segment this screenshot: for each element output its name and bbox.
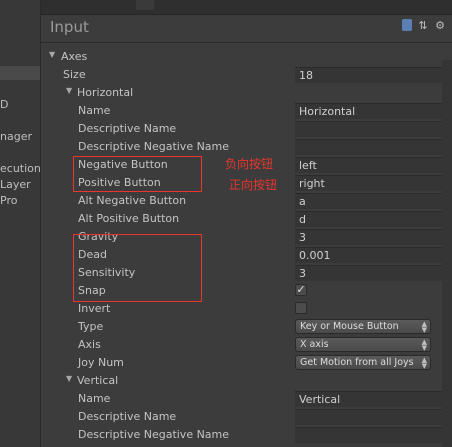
size-field[interactable]: 18 [295, 67, 452, 83]
row-axes: ▼ Axes [41, 48, 452, 66]
row-size: Size 18 [41, 66, 452, 84]
inspector-scrollbar[interactable] [442, 60, 452, 447]
field-label: Descriptive Negative Name [78, 140, 230, 153]
dead-field[interactable]: 0.001 [295, 247, 452, 263]
name-field[interactable]: Horizontal [295, 103, 452, 119]
sensitivity-field[interactable]: 3 [295, 265, 452, 281]
snap-checkbox[interactable]: ✓ [295, 284, 307, 296]
page-title: Input [50, 18, 89, 36]
descriptive-name-field[interactable] [295, 121, 452, 137]
foldout-label[interactable]: Vertical [77, 374, 118, 387]
row-type: Type Key or Mouse Button ▲ ▼ [41, 318, 452, 336]
field-label: Joy Num [78, 356, 124, 369]
gear-icon[interactable]: ⚙ [434, 19, 446, 32]
field-label: Axis [78, 338, 101, 351]
preset-sliders-icon[interactable]: ⇅ [417, 19, 429, 32]
row-axis: Axis X axis ▲ ▼ [41, 336, 452, 354]
row-invert: Invert [41, 300, 452, 318]
inspector-panel: Input ⇅ ⚙ ▼ Axes Size 18 ▼ Horizontal Name Hori… [41, 0, 452, 447]
field-label: Size [63, 68, 86, 81]
foldout-arrow-icon[interactable]: ▼ [49, 50, 55, 59]
descriptive-name-field[interactable] [295, 409, 452, 425]
row-alt-negative-button: Alt Negative Button a [41, 192, 452, 210]
row-descriptive-negative-name: Descriptive Negative Name [41, 138, 452, 156]
field-label: Invert [78, 302, 111, 315]
descriptive-negative-name-field[interactable] [295, 139, 452, 155]
field-label: Descriptive Name [78, 122, 177, 135]
hierarchy-selection [0, 66, 40, 80]
hierarchy-item[interactable]: D [0, 98, 8, 111]
axis-dropdown[interactable]: X axis ▲ ▼ [295, 337, 431, 352]
foldout-arrow-icon[interactable]: ▼ [66, 86, 72, 95]
row-descriptive-negative-name: Descriptive Negative Name [41, 426, 452, 444]
type-dropdown[interactable]: Key or Mouse Button ▲ ▼ [295, 319, 431, 334]
dropdown-value: X axis [300, 339, 329, 350]
foldout-label[interactable]: Horizontal [77, 86, 133, 99]
dropdown-value: Get Motion from all Joys [300, 357, 414, 368]
row-descriptive-name: Descriptive Name [41, 120, 452, 138]
hierarchy-item[interactable]: nager [0, 130, 32, 143]
header-icons: ⇅ ⚙ [402, 19, 446, 32]
annotation-negative-label: 负向按钮 [225, 157, 274, 171]
positive-button-field[interactable]: right [295, 175, 452, 191]
row-horizontal: ▼ Horizontal [41, 84, 452, 102]
annotation-positive-label: 正向按钮 [229, 178, 278, 192]
header-divider [41, 42, 452, 43]
row-joy-num: Joy Num Get Motion from all Joys ▲ ▼ [41, 354, 452, 372]
field-label: Alt Positive Button [78, 212, 180, 225]
alt-positive-button-field[interactable]: d [295, 211, 452, 227]
negative-button-field[interactable]: left [295, 157, 452, 173]
field-label: Type [78, 320, 104, 333]
joy-num-dropdown[interactable]: Get Motion from all Joys ▲ ▼ [295, 355, 431, 370]
hierarchy-panel: D nager ecution Layer Pro [0, 0, 41, 447]
row-name: Name Horizontal [41, 102, 452, 120]
hierarchy-item[interactable]: Pro [0, 194, 17, 207]
hierarchy-item[interactable]: Layer [0, 178, 31, 191]
row-descriptive-name: Descriptive Name [41, 408, 452, 426]
name-field[interactable]: Vertical [295, 391, 452, 407]
field-label: Name [78, 392, 111, 405]
dropdown-arrows-icon: ▲ ▼ [421, 320, 427, 334]
row-alt-positive-button: Alt Positive Button d [41, 210, 452, 228]
invert-checkbox[interactable] [295, 302, 307, 314]
field-label: Descriptive Negative Name [78, 428, 230, 441]
annotation-box-buttons [73, 156, 202, 192]
foldout-arrow-icon[interactable]: ▼ [66, 374, 72, 383]
annotation-box-axis-params [73, 234, 202, 302]
row-vertical: ▼ Vertical [41, 372, 452, 390]
dropdown-arrows-icon: ▲ ▼ [421, 338, 427, 352]
inspector-tabbar [41, 0, 452, 15]
gravity-field[interactable]: 3 [295, 229, 452, 245]
inspector-tab[interactable] [136, 0, 154, 10]
dropdown-value: Key or Mouse Button [300, 321, 399, 332]
foldout-label[interactable]: Axes [61, 50, 87, 63]
alt-negative-button-field[interactable]: a [295, 193, 452, 209]
help-book-icon[interactable] [402, 19, 412, 31]
dropdown-arrows-icon: ▲ ▼ [421, 356, 427, 370]
checkmark-icon: ✓ [296, 283, 306, 296]
hierarchy-item[interactable]: ecution [0, 162, 40, 175]
field-label: Name [78, 104, 111, 117]
field-label: Alt Negative Button [78, 194, 187, 207]
descriptive-negative-name-field[interactable] [295, 427, 452, 443]
field-label: Descriptive Name [78, 410, 177, 423]
row-name: Name Vertical [41, 390, 452, 408]
